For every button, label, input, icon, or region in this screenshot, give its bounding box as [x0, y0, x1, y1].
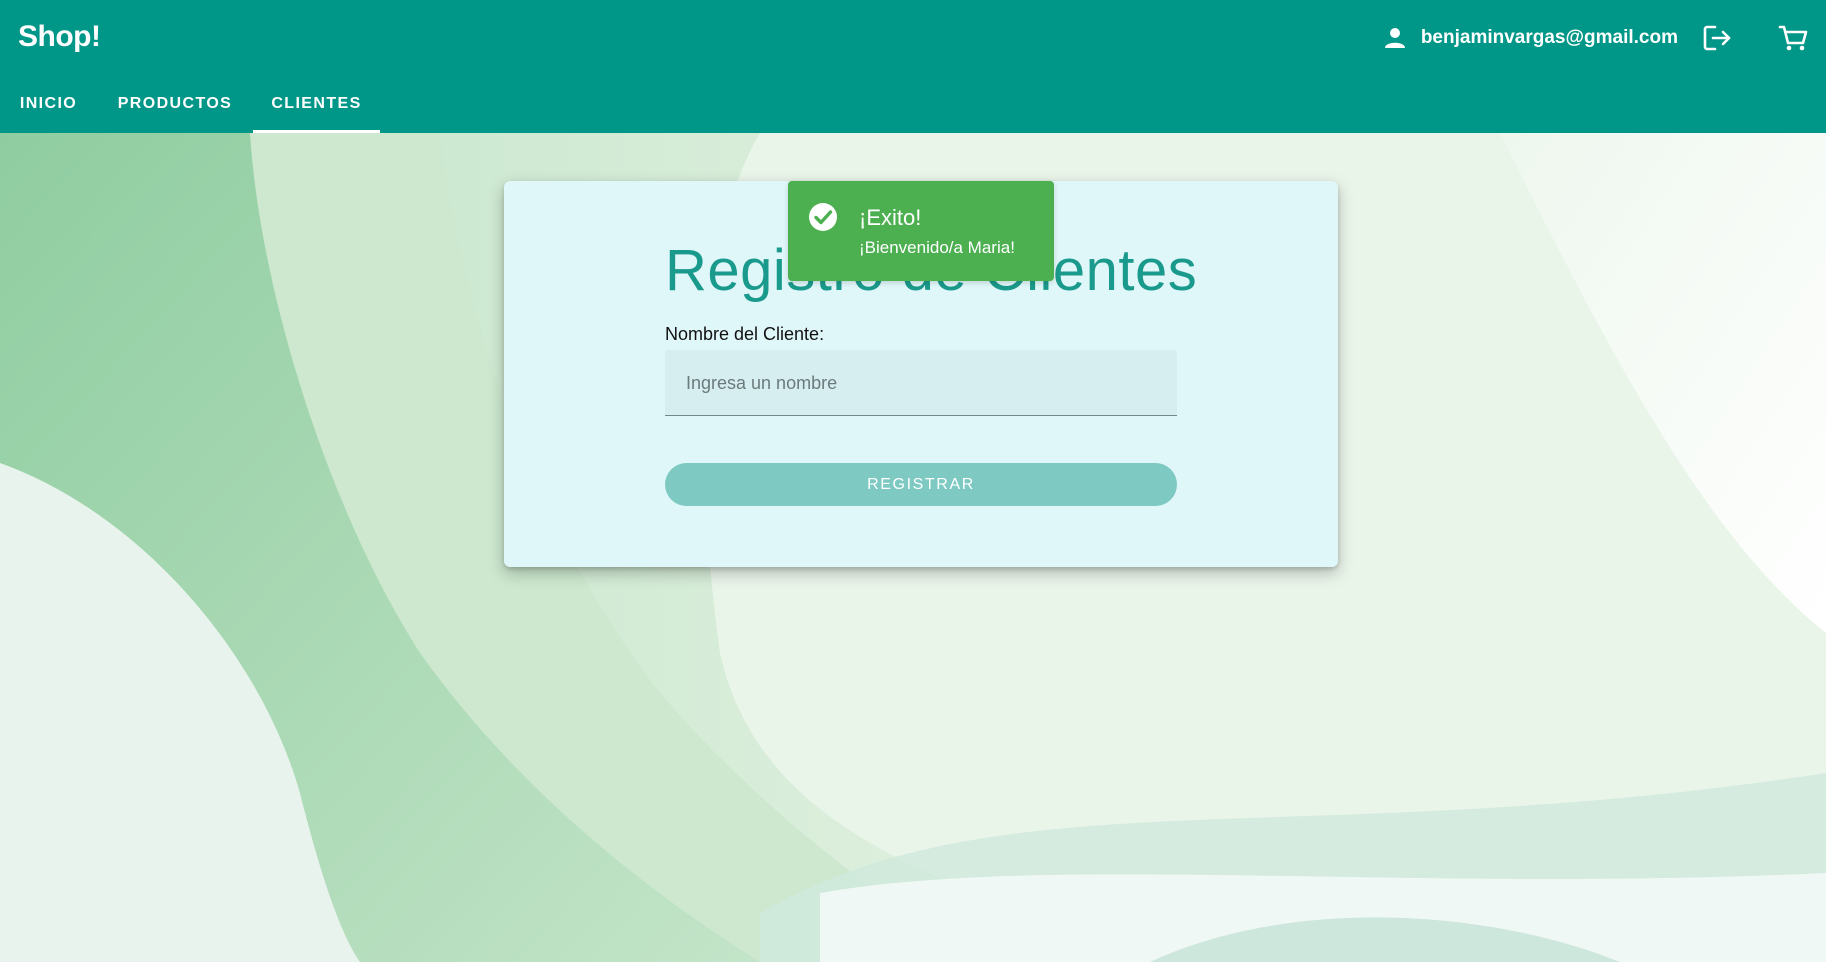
success-toast[interactable]: ¡Exito! ¡Bienvenido/a Maria! — [788, 181, 1054, 281]
register-button[interactable]: REGISTRAR — [665, 463, 1177, 506]
tab-clientes[interactable]: CLIENTES — [253, 80, 380, 133]
person-icon — [1384, 28, 1405, 48]
brand-logo[interactable]: Shop! — [18, 20, 101, 54]
name-input[interactable] — [684, 350, 1158, 416]
page: Shop! benjaminvargas@gmail.com INICIO PR… — [0, 0, 1826, 962]
user-email: benjaminvargas@gmail.com — [1420, 27, 1678, 48]
main-nav: INICIO PRODUCTOS CLIENTES — [0, 80, 380, 133]
check-circle-icon — [809, 203, 837, 231]
name-field-container — [665, 350, 1177, 416]
app-header: Shop! benjaminvargas@gmail.com INICIO PR… — [0, 0, 1826, 133]
tab-inicio[interactable]: INICIO — [0, 80, 97, 133]
logout-icon[interactable] — [1702, 23, 1732, 53]
user-area: benjaminvargas@gmail.com — [1383, 20, 1826, 56]
toast-title: ¡Exito! — [859, 205, 922, 230]
cart-icon[interactable] — [1778, 23, 1808, 53]
tab-productos[interactable]: PRODUCTOS — [97, 80, 253, 133]
name-field-label: Nombre del Cliente: — [665, 324, 825, 344]
toast-message: ¡Bienvenido/a Maria! — [859, 238, 1015, 257]
